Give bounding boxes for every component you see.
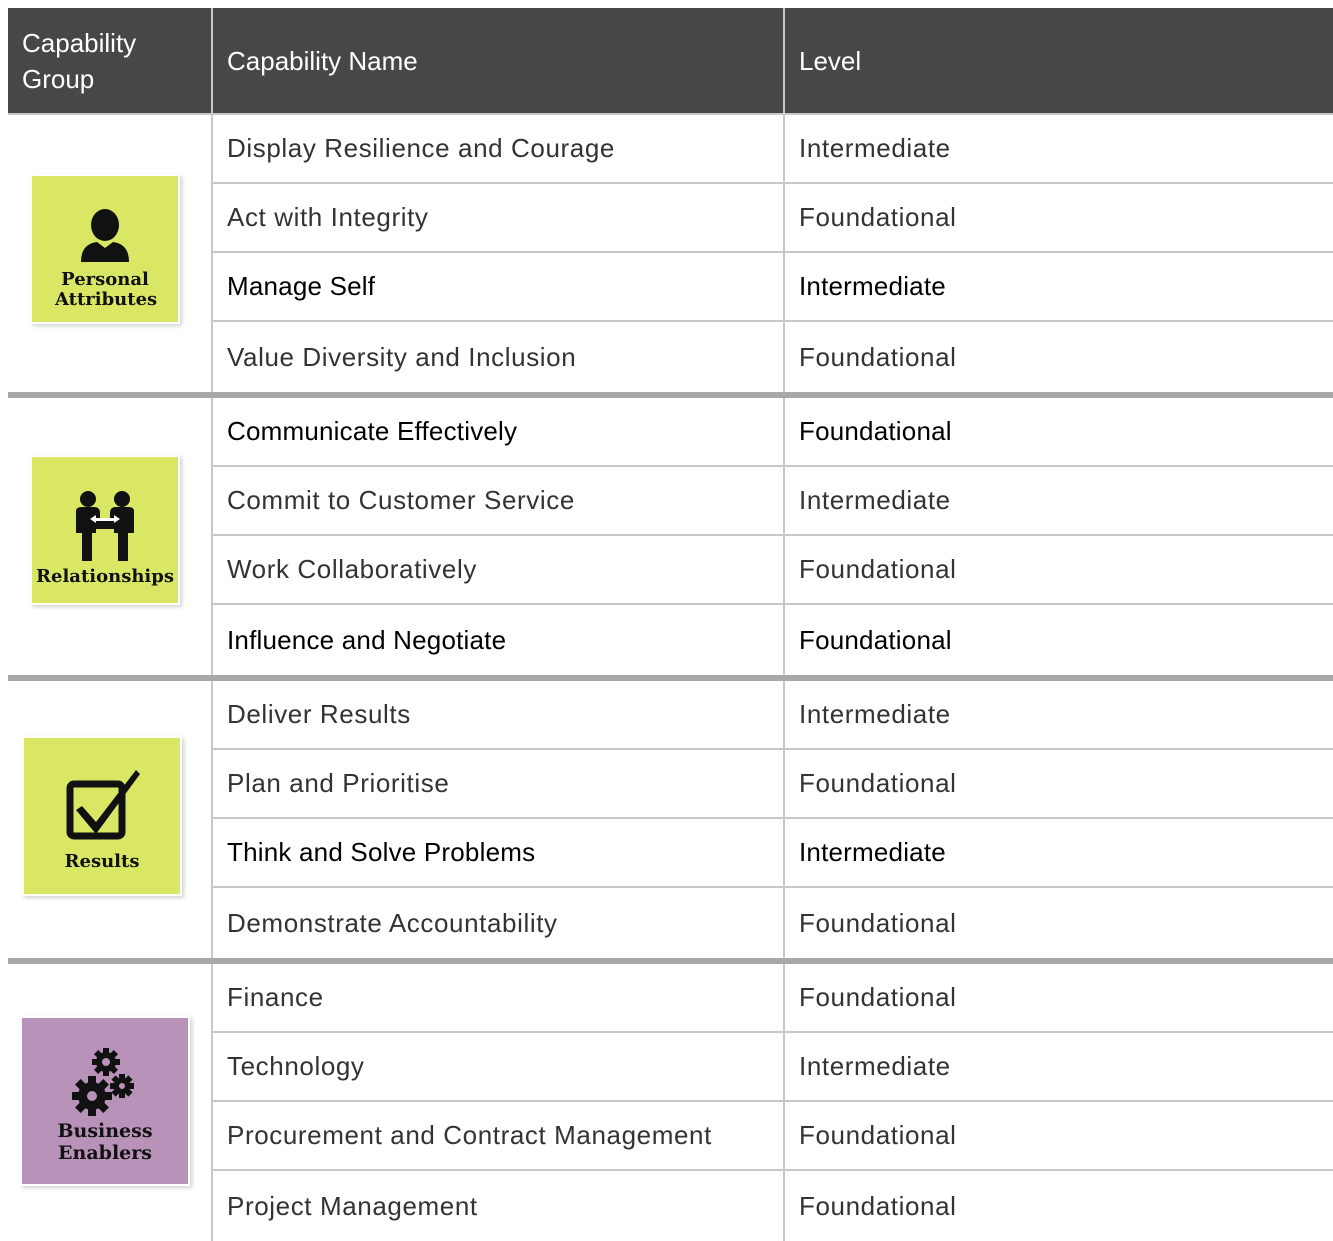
capability-name: Work Collaboratively bbox=[213, 536, 785, 603]
capability-name: Technology bbox=[213, 1033, 785, 1100]
gears-icon bbox=[72, 1048, 134, 1116]
capability-name: Value Diversity and Inclusion bbox=[213, 322, 785, 392]
capability-level: Foundational bbox=[799, 341, 957, 372]
capability-name: Manage Self bbox=[213, 253, 785, 320]
capability-name: Influence and Negotiate bbox=[213, 605, 785, 675]
group-business-enablers: Business Enablers Finance Foundational T… bbox=[8, 958, 1333, 1241]
header-level-label: Level bbox=[799, 45, 862, 76]
table-row: Work Collaboratively Foundational bbox=[213, 536, 1333, 605]
table-row: Communicate Effectively Foundational bbox=[213, 398, 1333, 467]
table-row: Influence and Negotiate Foundational bbox=[213, 605, 1333, 675]
capability-level: Foundational bbox=[799, 202, 957, 232]
checkbox-icon bbox=[66, 770, 140, 840]
table-row: Demonstrate Accountability Foundational bbox=[213, 888, 1333, 958]
relationships-label: Relationships bbox=[36, 566, 174, 587]
results-badge: Results bbox=[22, 736, 182, 896]
header-capability-group-label: Capability Group bbox=[22, 27, 137, 94]
capability-level: Foundational bbox=[799, 1120, 957, 1150]
group-rows: Deliver Results Intermediate Plan and Pr… bbox=[213, 681, 1333, 958]
group-cell: Personal Attributes bbox=[8, 115, 213, 392]
capability-table: Capability Group Capability Name Level P… bbox=[8, 8, 1333, 1241]
table-row: Procurement and Contract Management Foun… bbox=[213, 1102, 1333, 1171]
group-results: Results Deliver Results Intermediate Pla… bbox=[8, 675, 1333, 958]
business-enablers-badge: Business Enablers bbox=[20, 1016, 190, 1186]
group-personal-attributes: Personal Attributes Display Resilience a… bbox=[8, 115, 1333, 392]
header-capability-name: Capability Name bbox=[213, 8, 785, 113]
group-rows: Finance Foundational Technology Intermed… bbox=[213, 964, 1333, 1241]
capability-level: Intermediate bbox=[799, 1051, 951, 1081]
group-relationships: Relationships Communicate Effectively Fo… bbox=[8, 392, 1333, 675]
table-row: Plan and Prioritise Foundational bbox=[213, 750, 1333, 819]
group-cell: Results bbox=[8, 681, 213, 958]
capability-name: Act with Integrity bbox=[213, 184, 785, 251]
table-row: Value Diversity and Inclusion Foundation… bbox=[213, 322, 1333, 392]
capability-name: Finance bbox=[213, 964, 785, 1031]
group-rows: Display Resilience and Courage Intermedi… bbox=[213, 115, 1333, 392]
table-row: Finance Foundational bbox=[213, 964, 1333, 1033]
capability-name: Project Management bbox=[213, 1171, 785, 1241]
capability-name: Deliver Results bbox=[213, 681, 785, 748]
capability-level: Intermediate bbox=[799, 133, 951, 163]
results-label: Results bbox=[64, 851, 140, 872]
header-level: Level bbox=[785, 8, 1333, 113]
capability-name: Plan and Prioritise bbox=[213, 750, 785, 817]
header-capability-name-label: Capability Name bbox=[227, 45, 418, 76]
capability-level: Foundational bbox=[799, 416, 952, 446]
capability-level: Foundational bbox=[799, 768, 957, 798]
capability-level: Foundational bbox=[799, 982, 957, 1012]
capability-level: Intermediate bbox=[799, 485, 951, 515]
capability-level: Intermediate bbox=[799, 699, 951, 729]
people-icon bbox=[76, 491, 134, 561]
table-row: Manage Self Intermediate bbox=[213, 253, 1333, 322]
capability-level: Foundational bbox=[799, 624, 952, 655]
table-header: Capability Group Capability Name Level bbox=[8, 8, 1333, 115]
person-icon bbox=[81, 209, 129, 262]
table-row: Deliver Results Intermediate bbox=[213, 681, 1333, 750]
table-row: Think and Solve Problems Intermediate bbox=[213, 819, 1333, 888]
capability-name: Communicate Effectively bbox=[213, 398, 785, 465]
group-rows: Communicate Effectively Foundational Com… bbox=[213, 398, 1333, 675]
capability-level: Foundational bbox=[799, 554, 957, 584]
capability-name: Display Resilience and Courage bbox=[213, 115, 785, 182]
business-enablers-label: Business Enablers bbox=[57, 1120, 153, 1164]
capability-name: Procurement and Contract Management bbox=[213, 1102, 785, 1169]
capability-level: Foundational bbox=[799, 907, 957, 938]
table-row: Commit to Customer Service Intermediate bbox=[213, 467, 1333, 536]
table-row: Technology Intermediate bbox=[213, 1033, 1333, 1102]
personal-attributes-label: Personal Attributes bbox=[55, 269, 158, 310]
capability-name: Commit to Customer Service bbox=[213, 467, 785, 534]
table-row: Display Resilience and Courage Intermedi… bbox=[213, 115, 1333, 184]
header-capability-group: Capability Group bbox=[8, 8, 213, 113]
relationships-badge: Relationships bbox=[30, 455, 180, 605]
group-cell: Relationships bbox=[8, 398, 213, 675]
capability-name: Demonstrate Accountability bbox=[213, 888, 785, 958]
capability-level: Intermediate bbox=[799, 837, 946, 867]
capability-level: Intermediate bbox=[799, 271, 946, 301]
personal-attributes-badge: Personal Attributes bbox=[30, 174, 180, 324]
capability-level: Foundational bbox=[799, 1190, 957, 1221]
group-cell: Business Enablers bbox=[8, 964, 213, 1241]
table-row: Act with Integrity Foundational bbox=[213, 184, 1333, 253]
capability-name: Think and Solve Problems bbox=[213, 819, 785, 886]
table-row: Project Management Foundational bbox=[213, 1171, 1333, 1241]
